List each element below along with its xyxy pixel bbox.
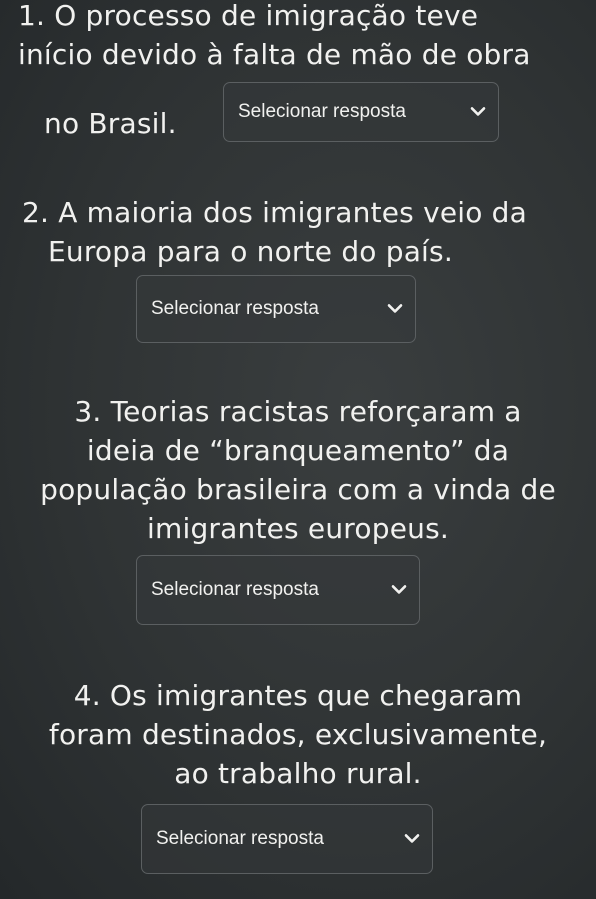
question-3: 3. Teorias racistas reforçaram a ideia d… (0, 392, 596, 548)
answer-select-4[interactable]: Selecionar resposta (141, 804, 433, 874)
chevron-down-icon (391, 585, 407, 594)
answer-select-3-label: Selecionar resposta (151, 579, 319, 600)
question-3-line-4: imigrantes europeus. (147, 512, 449, 545)
chevron-down-icon (387, 304, 403, 313)
question-3-line-1: 3. Teorias racistas reforçaram a (74, 395, 522, 428)
answer-select-2[interactable]: Selecionar resposta (136, 275, 416, 343)
question-4-line-2: foram destinados, exclusivamente, (48, 718, 548, 751)
answer-select-4-label: Selecionar resposta (156, 828, 324, 849)
question-4: 4. Os imigrantes que chegaram foram dest… (0, 676, 596, 793)
answer-select-1-label: Selecionar resposta (238, 101, 406, 122)
question-2-line-1: 2. A maioria dos imigrantes veio da (22, 196, 528, 229)
question-3-line-3: população brasileira com a vinda de (40, 473, 556, 506)
question-4-line-3: ao trabalho rural. (174, 757, 422, 790)
answer-select-2-label: Selecionar resposta (151, 298, 319, 319)
chevron-down-icon (404, 834, 420, 843)
question-1-line-1: 1. O processo de imigração teve (18, 0, 479, 32)
question-2-line-2: Europa para o norte do país. (48, 235, 453, 268)
question-1-line-2: início devido à falta de mão de obra (18, 38, 531, 71)
answer-select-3[interactable]: Selecionar resposta (136, 555, 420, 625)
question-4-line-1: 4. Os imigrantes que chegaram (73, 679, 523, 712)
question-2: 2. A maioria dos imigrantes veio da Euro… (22, 193, 527, 271)
chevron-down-icon (470, 107, 486, 116)
question-3-line-2: ideia de “branqueamento” da (86, 434, 510, 467)
answer-select-1[interactable]: Selecionar resposta (223, 82, 499, 142)
